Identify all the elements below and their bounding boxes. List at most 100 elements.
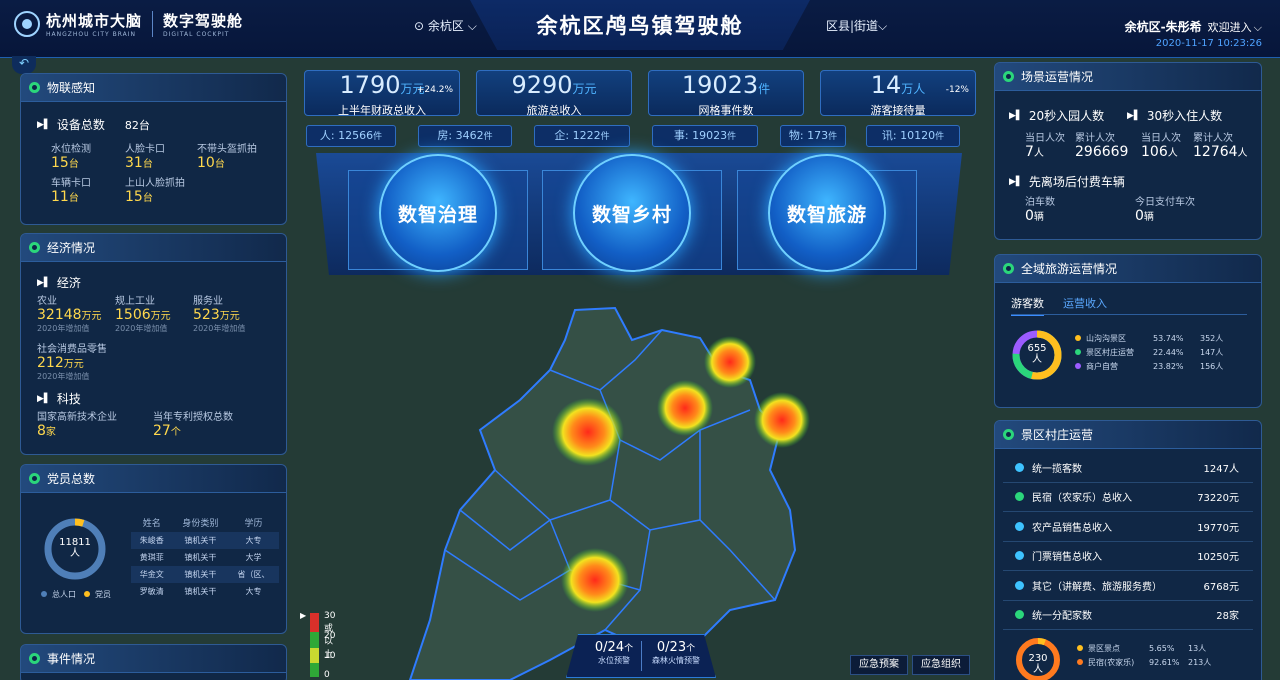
module-governance-button[interactable]: 数智治理 — [379, 154, 497, 272]
kpi-label: 网格事件数 — [698, 104, 754, 117]
kpi-fiscal[interactable]: 1790万元 上半年财政总收入 +24.2% — [304, 70, 460, 117]
item-unit: 万元 — [81, 311, 102, 322]
item-unit: 辆 — [1143, 212, 1154, 223]
item-unit: 台 — [68, 193, 79, 204]
row-value: 6768元 — [1203, 581, 1239, 593]
cell-name: 华金文 — [131, 566, 173, 583]
party-member-table: 姓名 身份类别 学历 朱峻香 镇机关干 大专 黄琪菲 镇机关干 大学 华金文 镇机关干 省（区、… — [131, 513, 279, 600]
party-total: 11811 人 — [41, 537, 109, 559]
item-unit: 台 — [142, 159, 153, 170]
village-row-produce[interactable]: 农产品销售总收入 19770元 — [1003, 512, 1253, 542]
warning-label: 森林火情预警 — [652, 656, 700, 665]
kpi-visitors[interactable]: 14万人 游客接待量 -12% — [820, 70, 976, 117]
pill-messages[interactable]: 讯: 10120件 — [866, 125, 960, 147]
back-button[interactable]: ↶ — [12, 56, 36, 74]
warning-value: 0/24 — [594, 640, 625, 655]
row-value: 19770元 — [1197, 522, 1239, 534]
pill-enterprise[interactable]: 企: 1222件 — [534, 125, 630, 147]
chevron-down-icon: ⌵ — [878, 19, 888, 33]
kpi-tourism-income[interactable]: 9290万元 旅游总收入 — [476, 70, 632, 117]
item-unit: 个 — [170, 427, 181, 438]
panel-title: 景区村庄运营 — [1021, 428, 1094, 442]
panel-title: 经济情况 — [47, 241, 96, 255]
logo-divider — [152, 11, 154, 37]
legend-swatch — [41, 591, 47, 597]
ticket-icon — [1015, 551, 1024, 561]
heat-spot — [552, 398, 624, 466]
panel-dot-icon — [1003, 429, 1014, 440]
kpi-unit: 件 — [758, 82, 771, 96]
pill-unit: 件 — [373, 132, 383, 142]
pill-unit: 件 — [600, 132, 610, 142]
table-row[interactable]: 朱峻香 镇机关干 大专 — [131, 532, 279, 549]
legend-pct: 92.61% — [1149, 657, 1180, 667]
legend-num: 13人 — [1188, 643, 1207, 653]
iot-item-mountain: 上山人脸抓拍 15台 — [125, 174, 185, 205]
kpi-unit: 万人 — [901, 82, 926, 96]
row-label: 门票销售总收入 — [1032, 552, 1102, 564]
village-row-visitors[interactable]: 统一揽客数 1247人 — [1003, 453, 1253, 483]
district-label: 余杭区 — [427, 19, 464, 33]
row-label: 其它（讲解费、旅游服务费） — [1032, 581, 1162, 593]
emergency-org-button[interactable]: 应急组织 — [912, 655, 970, 675]
pill-events[interactable]: 事: 19023件 — [652, 125, 758, 147]
legend-pct: 23.82% — [1153, 361, 1184, 371]
warning-unit: 个 — [686, 644, 696, 654]
village-row-homestay[interactable]: 民宿（农家乐）总收入 73220元 — [1003, 483, 1253, 512]
chevron-down-icon: ⌵ — [1253, 21, 1262, 34]
scene-a-today: 当日人次 7人 — [1025, 129, 1065, 160]
section-label: 30秒入住人数 — [1146, 109, 1223, 123]
warning-bar[interactable]: 0/24个 水位预警 0/23个 森林火情预警 — [566, 634, 716, 678]
section-label: 经济 — [56, 276, 81, 290]
panel-header: 物联感知 — [21, 74, 286, 102]
village-row-other[interactable]: 其它（讲解费、旅游服务费） 6768元 — [1003, 571, 1253, 601]
pill-label: 讯: 10120 — [881, 129, 936, 142]
legend-label: 党员 — [95, 589, 111, 599]
item-label: 泊车数 — [1025, 197, 1055, 208]
county-street-selector[interactable]: 区县|街道⌵ — [826, 17, 887, 34]
village-row-households[interactable]: 统一分配家数 28家 — [1003, 601, 1253, 630]
scene-parking: 泊车数 0辆 — [1025, 193, 1055, 224]
module-village-button[interactable]: 数智乡村 — [573, 154, 691, 272]
item-sub: 2020年增加值 — [37, 372, 90, 381]
table-row[interactable]: 黄琪菲 镇机关干 大学 — [131, 549, 279, 566]
village-row-tickets[interactable]: 门票销售总收入 10250元 — [1003, 542, 1253, 571]
datetime: 2020-11-17 10:23:26 — [1155, 38, 1262, 49]
item-label: 规上工业 — [115, 296, 155, 307]
logo-text: 杭州城市大脑 — [46, 12, 143, 30]
tab-visitors[interactable]: 游客数 — [1011, 295, 1044, 316]
pill-house[interactable]: 房: 3462件 — [418, 125, 512, 147]
heat-spot — [561, 548, 629, 612]
item-unit: 万元 — [219, 311, 240, 322]
kpi-grid-events[interactable]: 19023件 网格事件数 — [648, 70, 804, 117]
tab-revenue[interactable]: 运营收入 — [1063, 295, 1107, 311]
pill-label: 物: 173 — [788, 129, 829, 142]
module-tourism-button[interactable]: 数智旅游 — [768, 154, 886, 272]
table-row[interactable]: 罗敏清 镇机关干 大专 — [131, 583, 279, 600]
emergency-plan-button[interactable]: 应急预案 — [850, 655, 908, 675]
town-map[interactable] — [400, 300, 820, 680]
user-info[interactable]: 余杭区-朱彤希 欢迎进入 ⌵ — [1125, 18, 1262, 35]
donut-unit: 人 — [1033, 664, 1043, 675]
user-name: 余杭区-朱彤希 — [1124, 20, 1202, 34]
item-unit: 人 — [1237, 148, 1248, 159]
table-row[interactable]: 华金文 镇机关干 省（区、 — [131, 566, 279, 583]
pill-things[interactable]: 物: 173件 — [780, 125, 846, 147]
district-selector[interactable]: ⊙ 余杭区 ⌵ — [414, 17, 477, 34]
village-total: 230 人 — [1013, 653, 1063, 675]
cell-role: 镇机关干 — [184, 587, 217, 596]
legend-label: 10 — [324, 651, 336, 661]
item-value: 8 — [37, 423, 46, 439]
legend-pct: 22.44% — [1153, 347, 1184, 357]
legend-name: 景区景点 — [1088, 643, 1120, 653]
cockpit-text: 数字驾驶舱 — [163, 12, 244, 30]
warning-label: 水位预警 — [598, 656, 630, 665]
column-header: 学历 — [244, 519, 263, 529]
panel-dot-icon — [29, 242, 40, 253]
column-header: 姓名 — [142, 519, 161, 529]
party-total-unit: 人 — [70, 548, 80, 559]
pill-people[interactable]: 人: 12566件 — [306, 125, 396, 147]
legend-item: 商户自营 23.82% 156人 — [1075, 359, 1223, 373]
item-value: 7 — [1025, 144, 1034, 160]
row-value: 10250元 — [1197, 552, 1239, 564]
